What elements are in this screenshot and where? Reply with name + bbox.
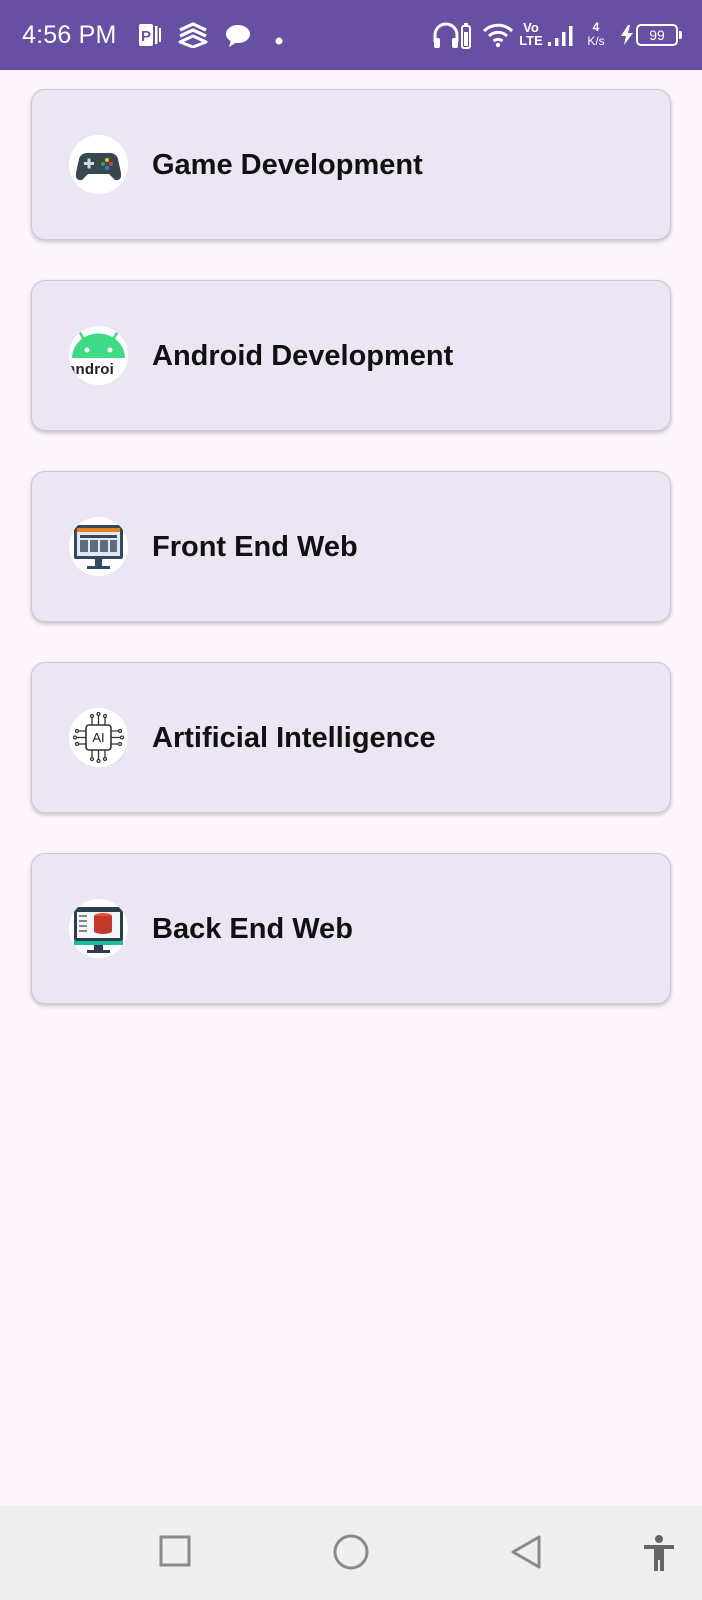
charging-icon [620, 25, 634, 50]
p-badge-icon: P [138, 22, 162, 53]
card-game-development[interactable]: Game Development [31, 89, 671, 240]
back-triangle-button[interactable] [509, 1534, 543, 1575]
volte-bottom-text: LTE [519, 33, 543, 48]
card-front-end-web[interactable]: Front End Web [31, 471, 671, 622]
database-monitor-icon [69, 899, 128, 958]
battery-level: 99 [649, 27, 665, 43]
card-android-development[interactable]: androi Android Development [31, 280, 671, 431]
battery-icon: 99 [636, 24, 682, 46]
dot-icon [275, 32, 283, 50]
ai-chip-text: AI [92, 730, 105, 745]
card-artificial-intelligence[interactable]: AI Artificial Intelligence [31, 662, 671, 813]
chat-bubble-icon [225, 24, 251, 53]
card-back-end-web[interactable]: Back End Web [31, 853, 671, 1004]
card-label: Artificial Intelligence [152, 722, 436, 754]
recents-square-button[interactable] [158, 1534, 192, 1573]
status-time: 4:56 PM [22, 21, 117, 49]
android-icon-text: androi [69, 361, 115, 378]
volte-indicator: Vo LTE [518, 21, 544, 48]
ai-chip-icon: AI [69, 708, 128, 767]
accessibility-button[interactable] [642, 1534, 676, 1577]
wifi-icon [482, 22, 514, 53]
speed-unit: K/s [587, 34, 605, 48]
web-monitor-icon [69, 517, 128, 576]
status-bar: 4:56 PM P Vo LTE 4 K/s 99 [0, 0, 702, 70]
gamepad-icon [69, 135, 128, 194]
android-icon: androi [69, 326, 128, 385]
home-circle-button[interactable] [332, 1533, 370, 1576]
data-speed-indicator: 4 K/s [584, 20, 608, 49]
headphones-battery-icon [432, 20, 472, 55]
speed-value: 4 [592, 20, 600, 34]
layers-icon [178, 22, 208, 53]
card-label: Android Development [152, 340, 454, 372]
signal-icon [548, 24, 576, 53]
card-label: Game Development [152, 149, 423, 181]
category-list: Game Development androi Android Developm… [0, 70, 702, 1506]
svg-text:P: P [141, 28, 151, 45]
navigation-bar [0, 1506, 702, 1600]
card-label: Front End Web [152, 531, 358, 563]
card-label: Back End Web [152, 913, 353, 945]
